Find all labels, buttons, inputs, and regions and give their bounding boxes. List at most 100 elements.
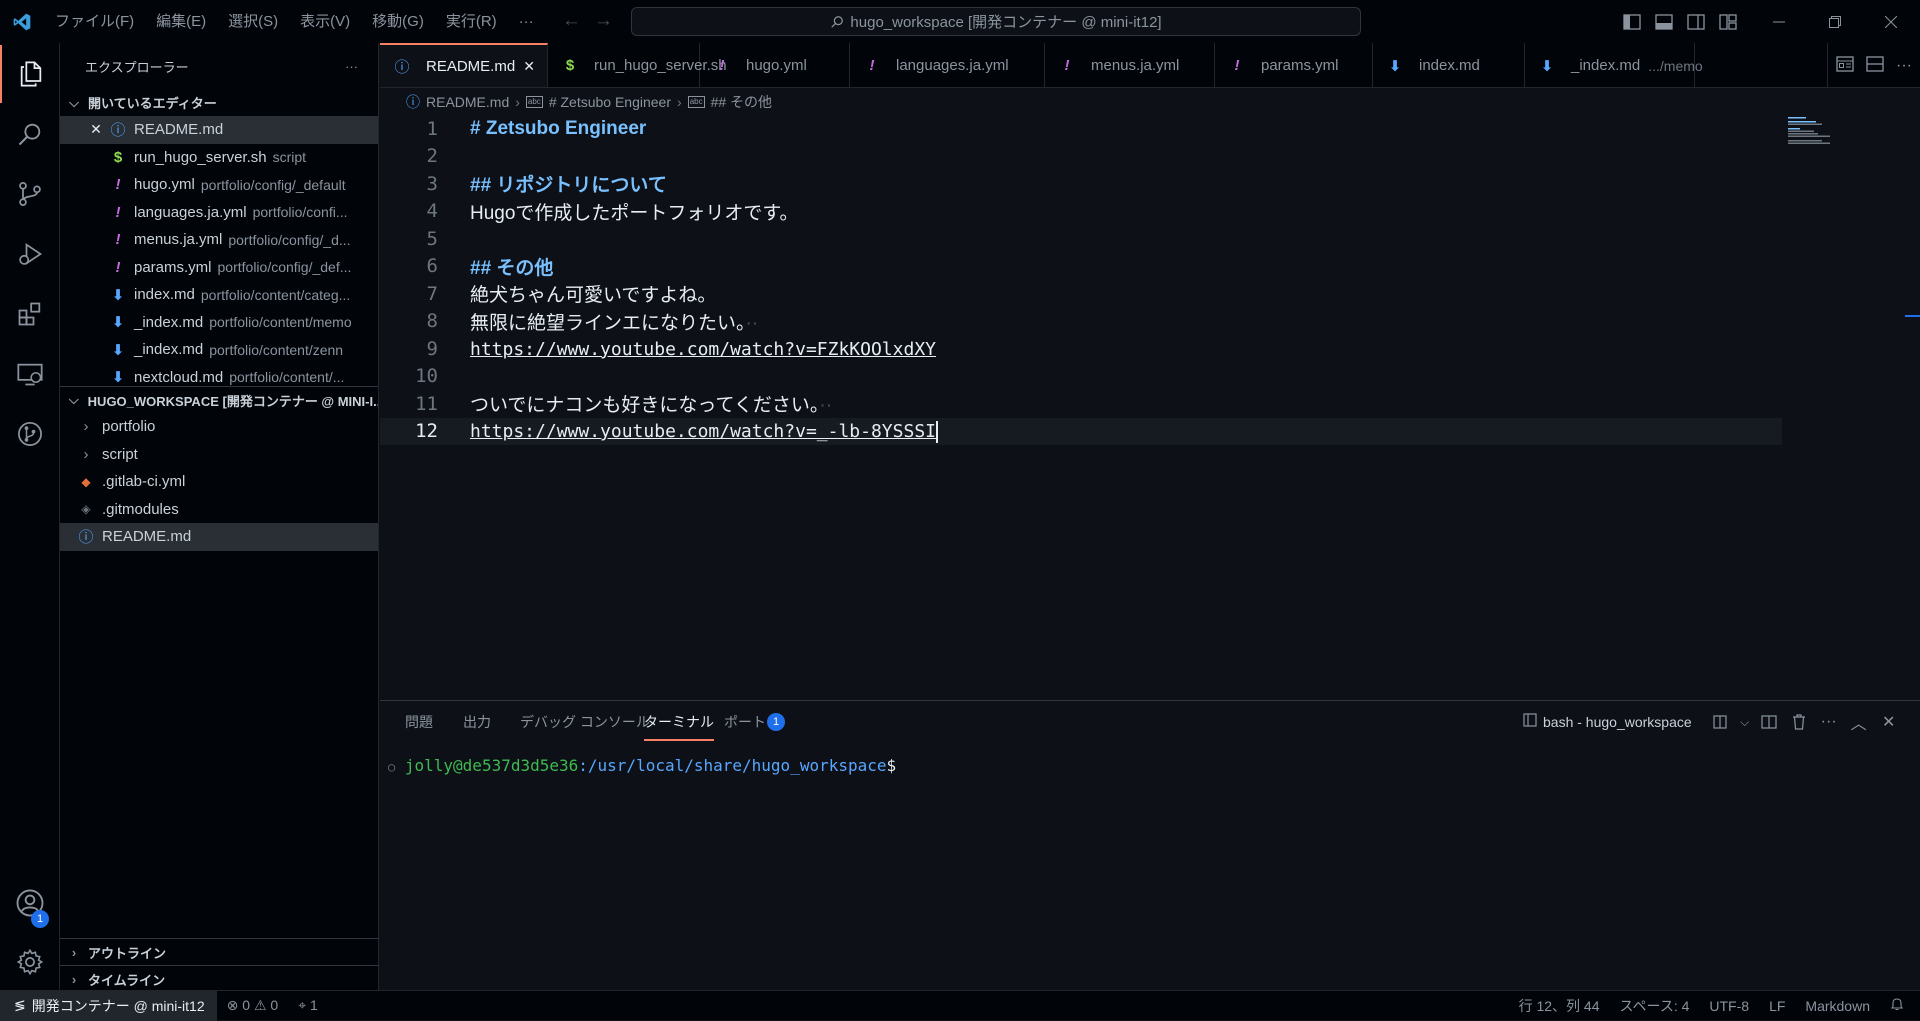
open-editor-item[interactable]: ! hugo.yml portfolio/config/_default — [60, 171, 378, 199]
open-editor-item[interactable]: ⬇ _index.md portfolio/content/memo — [60, 309, 378, 337]
code-line[interactable]: 10 — [380, 363, 1782, 391]
chevron-down-icon[interactable]: ⌵ — [1736, 701, 1754, 743]
close-panel-icon[interactable]: ✕ — [1874, 701, 1904, 743]
restore-icon[interactable] — [1807, 0, 1863, 43]
link-url[interactable]: https://www.youtube.com/watch?v=_-lb-8YS… — [470, 421, 936, 442]
end-of-line[interactable]: LF — [1759, 998, 1795, 1014]
workspace-header[interactable]: ⌵ HUGO_WORKSPACE [開発コンテナー @ MINI-I... — [60, 386, 378, 413]
cursor-position[interactable]: 行 12、列 44 — [1509, 996, 1610, 1016]
search-icon[interactable] — [0, 105, 60, 163]
new-terminal-split-icon[interactable] — [1706, 701, 1736, 743]
code-line[interactable]: 3 ## リポジトリについて — [380, 170, 1782, 198]
split-editor-icon[interactable] — [1866, 55, 1884, 76]
tab-ports[interactable]: ポート — [724, 701, 766, 743]
remote-indicator[interactable]: ≶ 開発コンテナー @ mini-it12 — [0, 990, 217, 1021]
timeline-header[interactable]: › タイムライン — [60, 966, 379, 993]
explorer-icon[interactable] — [0, 45, 60, 103]
minimize-icon[interactable] — [1751, 0, 1807, 43]
breadcrumb-file[interactable]: README.md — [426, 94, 509, 110]
link-url[interactable]: https://www.youtube.com/watch?v=FZkKOOlx… — [470, 339, 936, 360]
code-line[interactable]: 11 ついでにナコンも好きになってください。·· — [380, 390, 1782, 418]
code-line[interactable]: 9 https://www.youtube.com/watch?v=FZkKOOl… — [380, 335, 1782, 363]
code-line[interactable]: 2 — [380, 143, 1782, 171]
editor-tab[interactable]: ! hugo.yml — [700, 43, 850, 87]
code-line[interactable]: 8 無限に絶望ラインエになりたい。·· — [380, 308, 1782, 336]
editor-tab[interactable]: ! params.yml — [1215, 43, 1373, 87]
open-editors-header[interactable]: ⌵ 開いているエディター — [60, 89, 378, 116]
terminal-prompt[interactable]: ○ jolly@de537d3d5e36:/usr/local/share/hu… — [388, 756, 896, 775]
tree-item[interactable]: ⓘ README.md — [60, 523, 378, 551]
language-mode[interactable]: Markdown — [1795, 998, 1880, 1014]
editor-tab[interactable]: ⓘ README.md ✕ — [380, 43, 548, 87]
tab-output[interactable]: 出力 — [463, 701, 491, 743]
editor-tab[interactable]: ⬇ _index.md .../memo — [1525, 43, 1703, 87]
open-editor-item[interactable]: ! params.yml portfolio/config/_def... — [60, 254, 378, 282]
tree-item[interactable]: › script — [60, 441, 378, 469]
remote-explorer-icon[interactable] — [0, 345, 60, 403]
menu-edit[interactable]: 編集(E) — [145, 0, 217, 43]
code-editor[interactable]: 1 # Zetsubo Engineer 2 3 ## リポジトリについて 4 Hugoで作… — [380, 115, 1920, 700]
code-line[interactable]: 7 絶犬ちゃん可愛いですよね。 — [380, 280, 1782, 308]
code-line[interactable]: 1 # Zetsubo Engineer — [380, 115, 1782, 143]
open-editor-item[interactable]: ⬇ _index.md portfolio/content/zenn — [60, 336, 378, 364]
code-line[interactable]: 4 Hugoで作成したポートフォリオです。 — [380, 198, 1782, 226]
open-editor-item[interactable]: ⬇ nextcloud.md portfolio/content/... — [60, 364, 378, 386]
code-line[interactable]: 6 ## その他 — [380, 253, 1782, 281]
problems-status[interactable]: ⊗ 0 ⚠ 0 — [217, 997, 289, 1014]
manage-gear-icon[interactable] — [0, 933, 60, 991]
menu-file[interactable]: ファイル(F) — [44, 0, 145, 43]
breadcrumb-heading-1[interactable]: # Zetsubo Engineer — [549, 94, 671, 110]
extensions-icon[interactable] — [0, 285, 60, 343]
gitlab-workflow-icon[interactable] — [0, 405, 60, 463]
code-line[interactable]: 12 https://www.youtube.com/watch?v=_-lb-8… — [380, 417, 1782, 445]
terminal-name[interactable]: bash - hugo_workspace — [1543, 714, 1692, 730]
indentation[interactable]: スペース: 4 — [1610, 996, 1700, 1016]
encoding[interactable]: UTF-8 — [1699, 998, 1759, 1014]
open-editor-item[interactable]: ✕ ⓘ README.md — [60, 116, 378, 144]
tree-item[interactable]: ◈ .gitmodules — [60, 496, 378, 524]
tab-problems[interactable]: 問題 — [405, 701, 433, 743]
open-editor-item[interactable]: ! menus.ja.yml portfolio/config/_d... — [60, 226, 378, 254]
command-center[interactable]: hugo_workspace [開発コンテナー @ mini-it12] — [631, 7, 1361, 36]
run-debug-icon[interactable] — [0, 225, 60, 283]
split-terminal-icon[interactable] — [1754, 701, 1784, 743]
editor-tab[interactable]: ⬇ index.md — [1373, 43, 1525, 87]
open-preview-icon[interactable] — [1836, 55, 1854, 76]
trash-icon[interactable] — [1784, 701, 1814, 743]
back-arrow-icon[interactable]: ← — [562, 10, 581, 32]
editor-tab[interactable]: ! menus.ja.yml — [1045, 43, 1215, 87]
menu-run[interactable]: 実行(R) — [435, 0, 508, 43]
menu-selection[interactable]: 選択(S) — [217, 0, 289, 43]
more-actions-icon[interactable]: ··· — [1814, 701, 1844, 743]
tree-item[interactable]: ◆ .gitlab-ci.yml — [60, 468, 378, 496]
minimap[interactable] — [1788, 115, 1888, 155]
close-window-icon[interactable] — [1863, 0, 1919, 43]
customize-layout-icon[interactable] — [1712, 0, 1744, 43]
tab-terminal[interactable]: ターミナル — [644, 701, 714, 741]
outline-header[interactable]: › アウトライン — [60, 939, 379, 966]
menu-go[interactable]: 移動(G) — [361, 0, 435, 43]
tab-debug-console[interactable]: デバッグ コンソール — [520, 701, 650, 743]
accounts-icon[interactable]: 1 — [0, 874, 60, 932]
editor-more-icon[interactable]: ··· — [1896, 57, 1912, 75]
breadcrumb-heading-2[interactable]: ## その他 — [711, 92, 772, 112]
ports-status[interactable]: ⌖ 1 — [288, 997, 328, 1014]
toggle-panel-icon[interactable] — [1648, 0, 1680, 43]
menu-more[interactable]: ··· — [508, 0, 545, 43]
toggle-secondary-sidebar-icon[interactable] — [1680, 0, 1712, 43]
forward-arrow-icon[interactable]: → — [594, 10, 613, 32]
toggle-primary-sidebar-icon[interactable] — [1616, 0, 1648, 43]
editor-tab[interactable]: ! languages.ja.yml — [850, 43, 1045, 87]
tree-item[interactable]: › portfolio — [60, 413, 378, 441]
notifications-bell-icon[interactable] — [1880, 997, 1920, 1014]
source-control-icon[interactable] — [0, 165, 60, 223]
maximize-panel-icon[interactable]: ︿ — [1844, 701, 1874, 743]
menu-view[interactable]: 表示(V) — [289, 0, 361, 43]
open-editor-item[interactable]: ⬇ index.md portfolio/content/categ... — [60, 281, 378, 309]
editor-tab[interactable]: $ run_hugo_server.sh — [548, 43, 727, 87]
close-tab-icon[interactable]: ✕ — [523, 58, 535, 75]
open-editor-item[interactable]: $ run_hugo_server.sh script — [60, 144, 378, 172]
explorer-more-icon[interactable]: ··· — [345, 59, 358, 74]
code-line[interactable]: 5 — [380, 225, 1782, 253]
close-icon[interactable]: ✕ — [88, 121, 104, 138]
